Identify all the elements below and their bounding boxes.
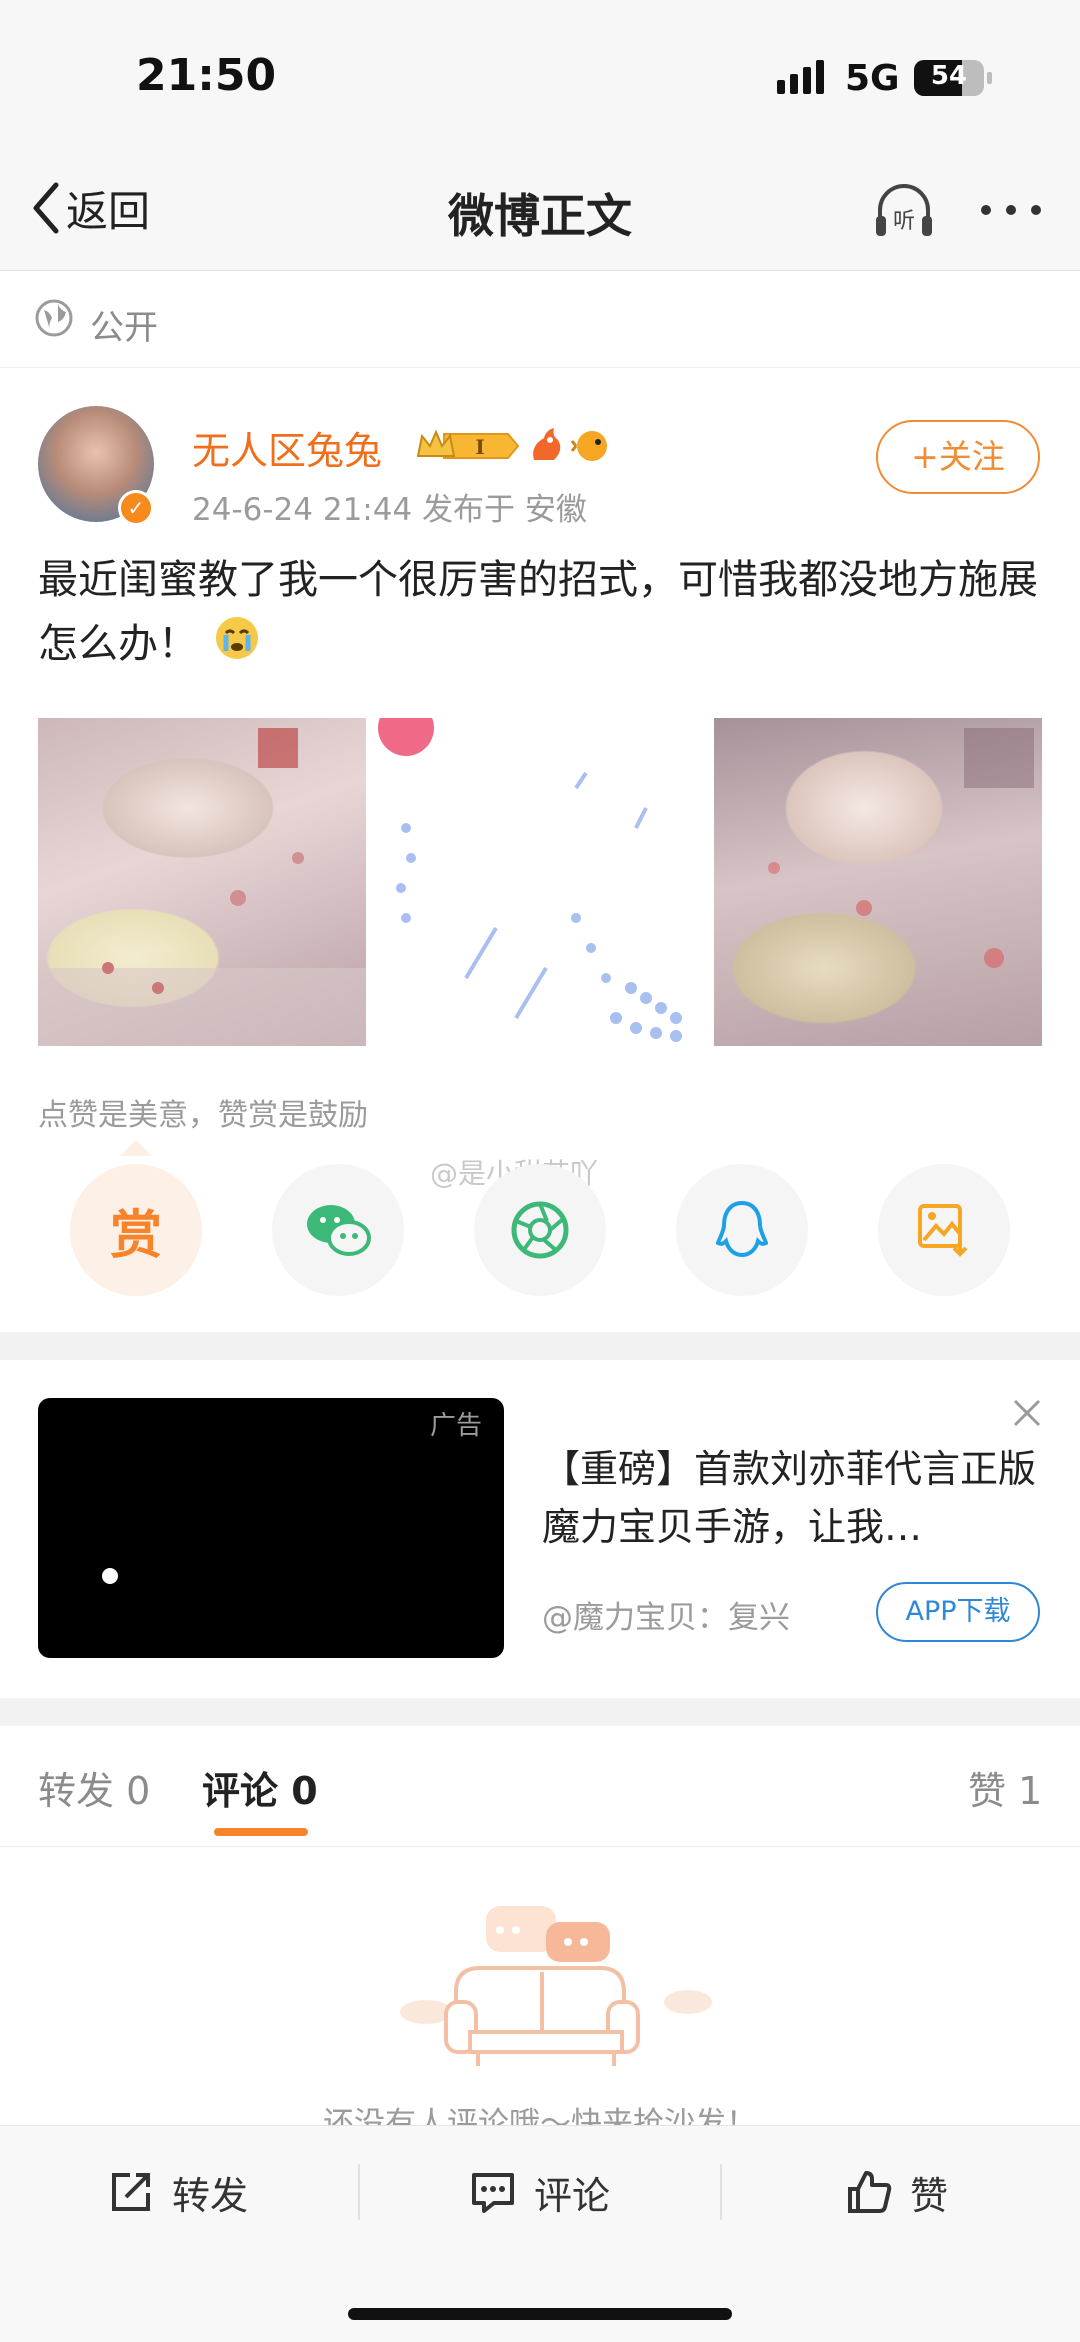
post-text: 最近闺蜜教了我一个很厉害的招式，可惜我都没地方施展怎么办！ xyxy=(38,548,1048,682)
back-button[interactable]: 返回 xyxy=(30,178,150,238)
ad-image-dot xyxy=(102,1568,118,1584)
share-moments-button[interactable] xyxy=(474,1164,606,1296)
network-type: 5G xyxy=(845,58,900,99)
tab-repost[interactable]: 转发 0 xyxy=(38,1760,150,1815)
close-icon[interactable] xyxy=(1012,1398,1042,1432)
comment-label: 评论 xyxy=(534,2173,611,2218)
fire-dragon-emoji-icon xyxy=(524,424,568,468)
empty-sofa-illustration-icon xyxy=(396,1902,716,2086)
reward-button[interactable]: 赏 xyxy=(70,1164,202,1296)
visibility-row xyxy=(0,271,1080,368)
active-tab-indicator xyxy=(214,1828,308,1836)
section-divider xyxy=(0,1332,1080,1360)
moments-aperture-icon xyxy=(511,1201,569,1259)
battery-icon: 54 xyxy=(914,60,992,96)
qq-icon xyxy=(716,1200,768,1258)
bottom-separator xyxy=(720,2164,722,2220)
post-meta: 24-6-24 21:44 发布于 安徽 xyxy=(192,492,587,528)
save-image-button[interactable] xyxy=(878,1164,1010,1296)
post-photo-1[interactable] xyxy=(38,718,366,1046)
praise-hint: 点赞是美意，赞赏是鼓励 xyxy=(38,1098,368,1133)
battery-level: 54 xyxy=(930,61,968,91)
repost-button[interactable]: 转发 xyxy=(108,2160,248,2224)
save-image-icon xyxy=(918,1204,968,1257)
app-download-button[interactable]: APP下载 xyxy=(876,1582,1040,1642)
tab-comment[interactable]: 评论 0 xyxy=(202,1760,318,1815)
like-button[interactable]: 赞 xyxy=(846,2160,948,2224)
share-wechat-button[interactable] xyxy=(272,1164,404,1296)
globe-icon xyxy=(34,298,74,342)
svg-text:听: 听 xyxy=(893,209,915,234)
svg-text:I: I xyxy=(475,435,484,459)
post-text-body: 最近闺蜜教了我一个很厉害的招式，可惜我都没地方施展怎么办！ xyxy=(38,557,1038,667)
post-photo-3[interactable] xyxy=(714,718,1042,1046)
listen-headphones-icon[interactable]: 听 xyxy=(872,180,936,240)
interaction-tabs xyxy=(0,1726,1080,1847)
ad-title[interactable]: 【重磅】首款刘亦菲代言正版魔力宝贝手游，让我… xyxy=(542,1440,1042,1556)
crying-emoji-icon xyxy=(212,613,262,682)
post-photo-2[interactable] xyxy=(376,718,704,1046)
signal-icon xyxy=(775,58,835,102)
chevron-left-icon xyxy=(33,182,59,234)
praise-pointer xyxy=(120,1140,152,1156)
bottom-separator xyxy=(358,2164,360,2220)
ad-tag: 广告 xyxy=(430,1411,483,1441)
puffer-fish-emoji-icon xyxy=(570,424,614,468)
follow-button[interactable]: +关注 xyxy=(876,420,1040,494)
more-options-icon[interactable] xyxy=(978,200,1044,220)
repost-label: 转发 xyxy=(172,2173,249,2218)
author-name[interactable]: 无人区兔兔 xyxy=(192,420,382,475)
back-label: 返回 xyxy=(66,186,151,236)
section-divider xyxy=(0,1698,1080,1726)
tab-like[interactable]: 赞 1 xyxy=(968,1760,1042,1815)
like-label: 赞 xyxy=(910,2173,949,2218)
ad-source: @魔力宝贝：复兴 xyxy=(542,1600,790,1636)
home-indicator[interactable] xyxy=(348,2308,732,2320)
reward-label: 赏 xyxy=(109,1205,162,1266)
verified-badge-icon: ✓ xyxy=(118,490,154,526)
repost-icon xyxy=(112,2173,150,2211)
share-qq-button[interactable] xyxy=(676,1164,808,1296)
status-time: 21:50 xyxy=(136,50,277,101)
visibility-label: 公开 xyxy=(90,308,158,348)
thumbs-up-icon xyxy=(848,2171,892,2213)
comment-button[interactable]: 评论 xyxy=(470,2160,610,2224)
vip-crown-badge-icon: I xyxy=(414,426,520,466)
comment-icon xyxy=(472,2173,514,2213)
wechat-icon xyxy=(307,1205,371,1256)
